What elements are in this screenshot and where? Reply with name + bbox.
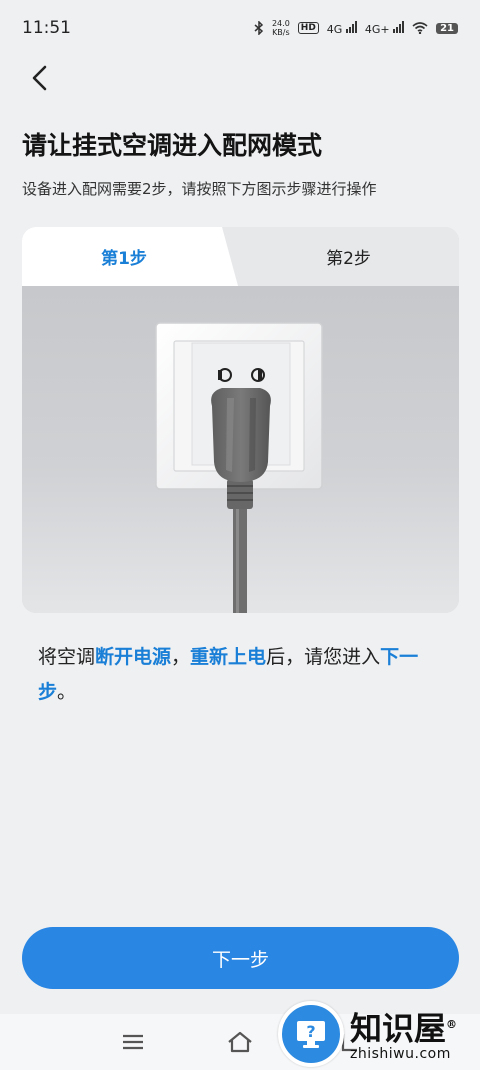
tab-step-1-label: 第1步 bbox=[101, 249, 147, 269]
network-type-1: 4G bbox=[327, 20, 357, 36]
watermark-logo: ? 知识屋® zhishiwu.com bbox=[278, 998, 478, 1070]
step-card: 第1步 第2步 bbox=[22, 227, 459, 613]
hd-badge: HD bbox=[297, 22, 319, 34]
wall-socket-plug-image bbox=[155, 322, 323, 613]
bluetooth-icon bbox=[254, 21, 264, 35]
wifi-icon bbox=[412, 22, 428, 34]
registered-mark: ® bbox=[446, 1018, 458, 1032]
highlight-power-on: 重新上电 bbox=[190, 646, 267, 668]
page-title: 请让挂式空调进入配网模式 bbox=[22, 131, 323, 160]
help-monitor-icon: ? bbox=[278, 1001, 344, 1067]
watermark-name: 知识屋 bbox=[350, 1009, 447, 1048]
svg-text:?: ? bbox=[306, 1022, 315, 1041]
step-tabs: 第1步 第2步 bbox=[22, 227, 459, 286]
net-speed: 24.0 KB/s bbox=[271, 19, 290, 37]
watermark-domain: zhishiwu.com bbox=[350, 1045, 451, 1062]
status-icons: 24.0 KB/s HD 4G 4G+ 21 bbox=[254, 19, 458, 37]
signal-icon bbox=[393, 20, 405, 33]
page-subtitle: 设备进入配网需要2步，请按照下方图示步骤进行操作 bbox=[22, 180, 377, 198]
highlight-power-off: 断开电源 bbox=[95, 646, 172, 668]
status-bar: 11:51 24.0 KB/s HD 4G 4G+ 21 bbox=[0, 0, 480, 56]
tab-step-2-label: 第2步 bbox=[326, 249, 371, 269]
tab-step-2[interactable]: 第2步 bbox=[238, 227, 459, 286]
next-step-button[interactable]: 下一步 bbox=[22, 927, 459, 989]
power-plug-illustration bbox=[22, 286, 459, 613]
battery-icon: 21 bbox=[436, 22, 458, 34]
instruction-text: 将空调断开电源，重新上电后，请您进入下一步。 bbox=[38, 646, 419, 703]
signal-icon bbox=[345, 20, 357, 33]
tab-step-1[interactable]: 第1步 bbox=[22, 227, 238, 286]
home-icon bbox=[228, 1031, 252, 1053]
home-nav-button[interactable] bbox=[225, 1028, 255, 1056]
menu-nav-button[interactable] bbox=[118, 1028, 148, 1056]
network-type-2: 4G+ bbox=[365, 20, 405, 36]
back-button[interactable] bbox=[22, 60, 58, 96]
back-arrow-icon bbox=[32, 65, 47, 91]
menu-icon bbox=[123, 1034, 143, 1050]
status-time: 11:51 bbox=[22, 18, 71, 38]
